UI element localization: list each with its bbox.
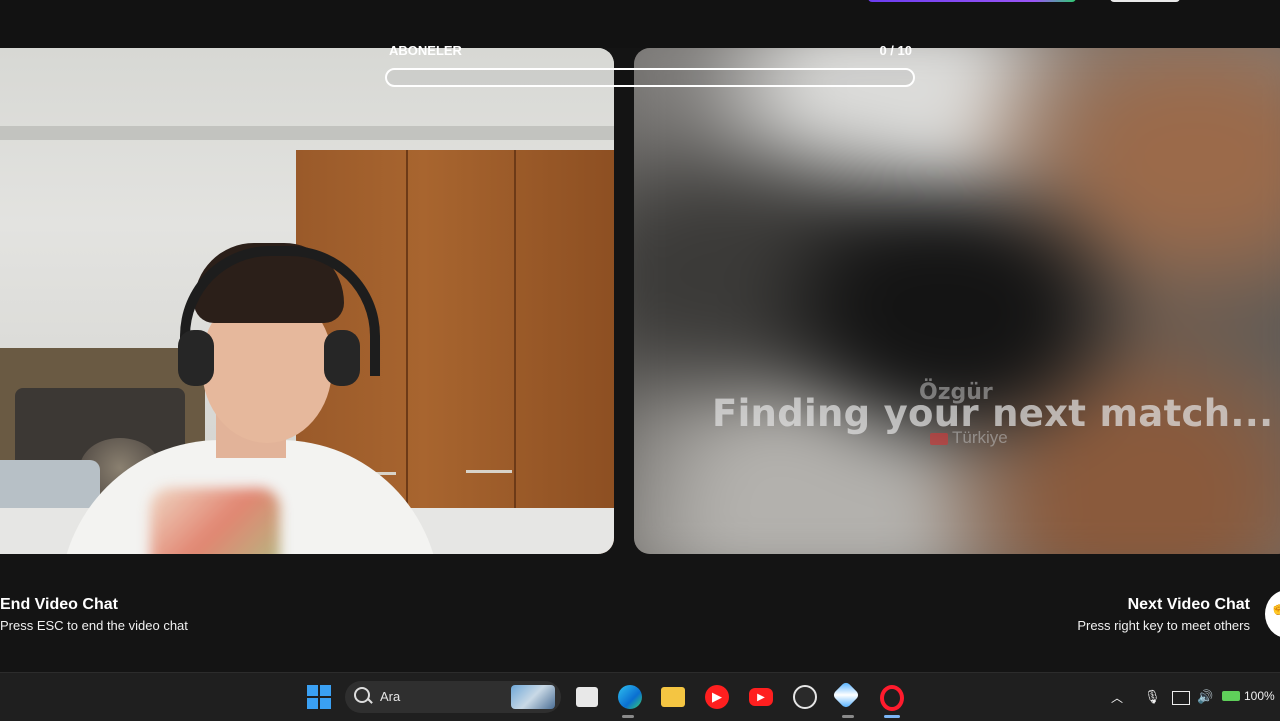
wardrobe-handle: [466, 470, 512, 473]
network-icon[interactable]: [1172, 691, 1190, 705]
remote-blurred-feed: [634, 48, 1280, 554]
youtube-icon[interactable]: ▶: [749, 688, 773, 706]
search-icon: [354, 687, 370, 703]
chevron-up-icon[interactable]: ︿: [1111, 689, 1123, 706]
headphone-earcup: [178, 330, 214, 386]
headphone-earcup: [324, 330, 360, 386]
microphone-icon[interactable]: 🎙: [1144, 689, 1161, 705]
hand-cursor-icon: ☝: [1270, 599, 1280, 615]
search-placeholder: Ara: [380, 689, 401, 704]
running-indicator: [842, 715, 854, 718]
battery-percentage: 100%: [1244, 689, 1275, 703]
end-video-chat-hint: Press ESC to end the video chat: [0, 618, 188, 633]
windows-logo-icon: [307, 685, 318, 696]
next-video-chat-button[interactable]: Next Video Chat: [1128, 596, 1250, 614]
opera-icon[interactable]: [880, 685, 904, 711]
task-view-icon[interactable]: [576, 687, 598, 707]
subscribers-label: ABONELER: [389, 43, 462, 58]
tool-app-icon[interactable]: [831, 680, 861, 710]
edge-icon[interactable]: [618, 685, 642, 709]
windows-logo-icon: [320, 698, 331, 709]
held-object: [150, 488, 280, 554]
windows-logo-icon: [307, 698, 318, 709]
file-explorer-icon[interactable]: [661, 687, 685, 707]
youtube-music-icon[interactable]: ▶: [705, 685, 729, 709]
wardrobe-seam: [514, 150, 516, 554]
top-bar: [0, 0, 1280, 48]
running-indicator: [622, 715, 634, 718]
top-white-button[interactable]: [1110, 0, 1180, 2]
ceiling-band: [0, 126, 614, 140]
self-video: [0, 48, 614, 554]
taskbar-search[interactable]: Ara: [345, 681, 561, 713]
active-app-indicator: [884, 715, 900, 718]
start-button[interactable]: [307, 685, 331, 709]
matching-status: Finding your next match...: [712, 392, 1274, 435]
subscribers-count: 0 / 10: [879, 43, 912, 58]
top-gradient-button[interactable]: [868, 0, 1076, 2]
subscribers-progress-bar: [385, 68, 915, 87]
next-video-chat-hint: Press right key to meet others: [1077, 618, 1250, 633]
obs-studio-icon[interactable]: [793, 685, 817, 709]
end-video-chat-button[interactable]: End Video Chat: [0, 596, 118, 614]
windows-logo-icon: [320, 685, 331, 696]
search-highlight-image: [511, 685, 555, 709]
volume-icon[interactable]: 🔊: [1197, 689, 1213, 705]
battery-icon[interactable]: [1222, 691, 1240, 701]
remote-video: Özgür Türkiye Finding your next match...: [634, 48, 1280, 554]
wardrobe-seam: [406, 150, 408, 554]
taskbar: Ara ▶ ▶ ︿ 🎙 🔊 100%: [0, 672, 1280, 721]
